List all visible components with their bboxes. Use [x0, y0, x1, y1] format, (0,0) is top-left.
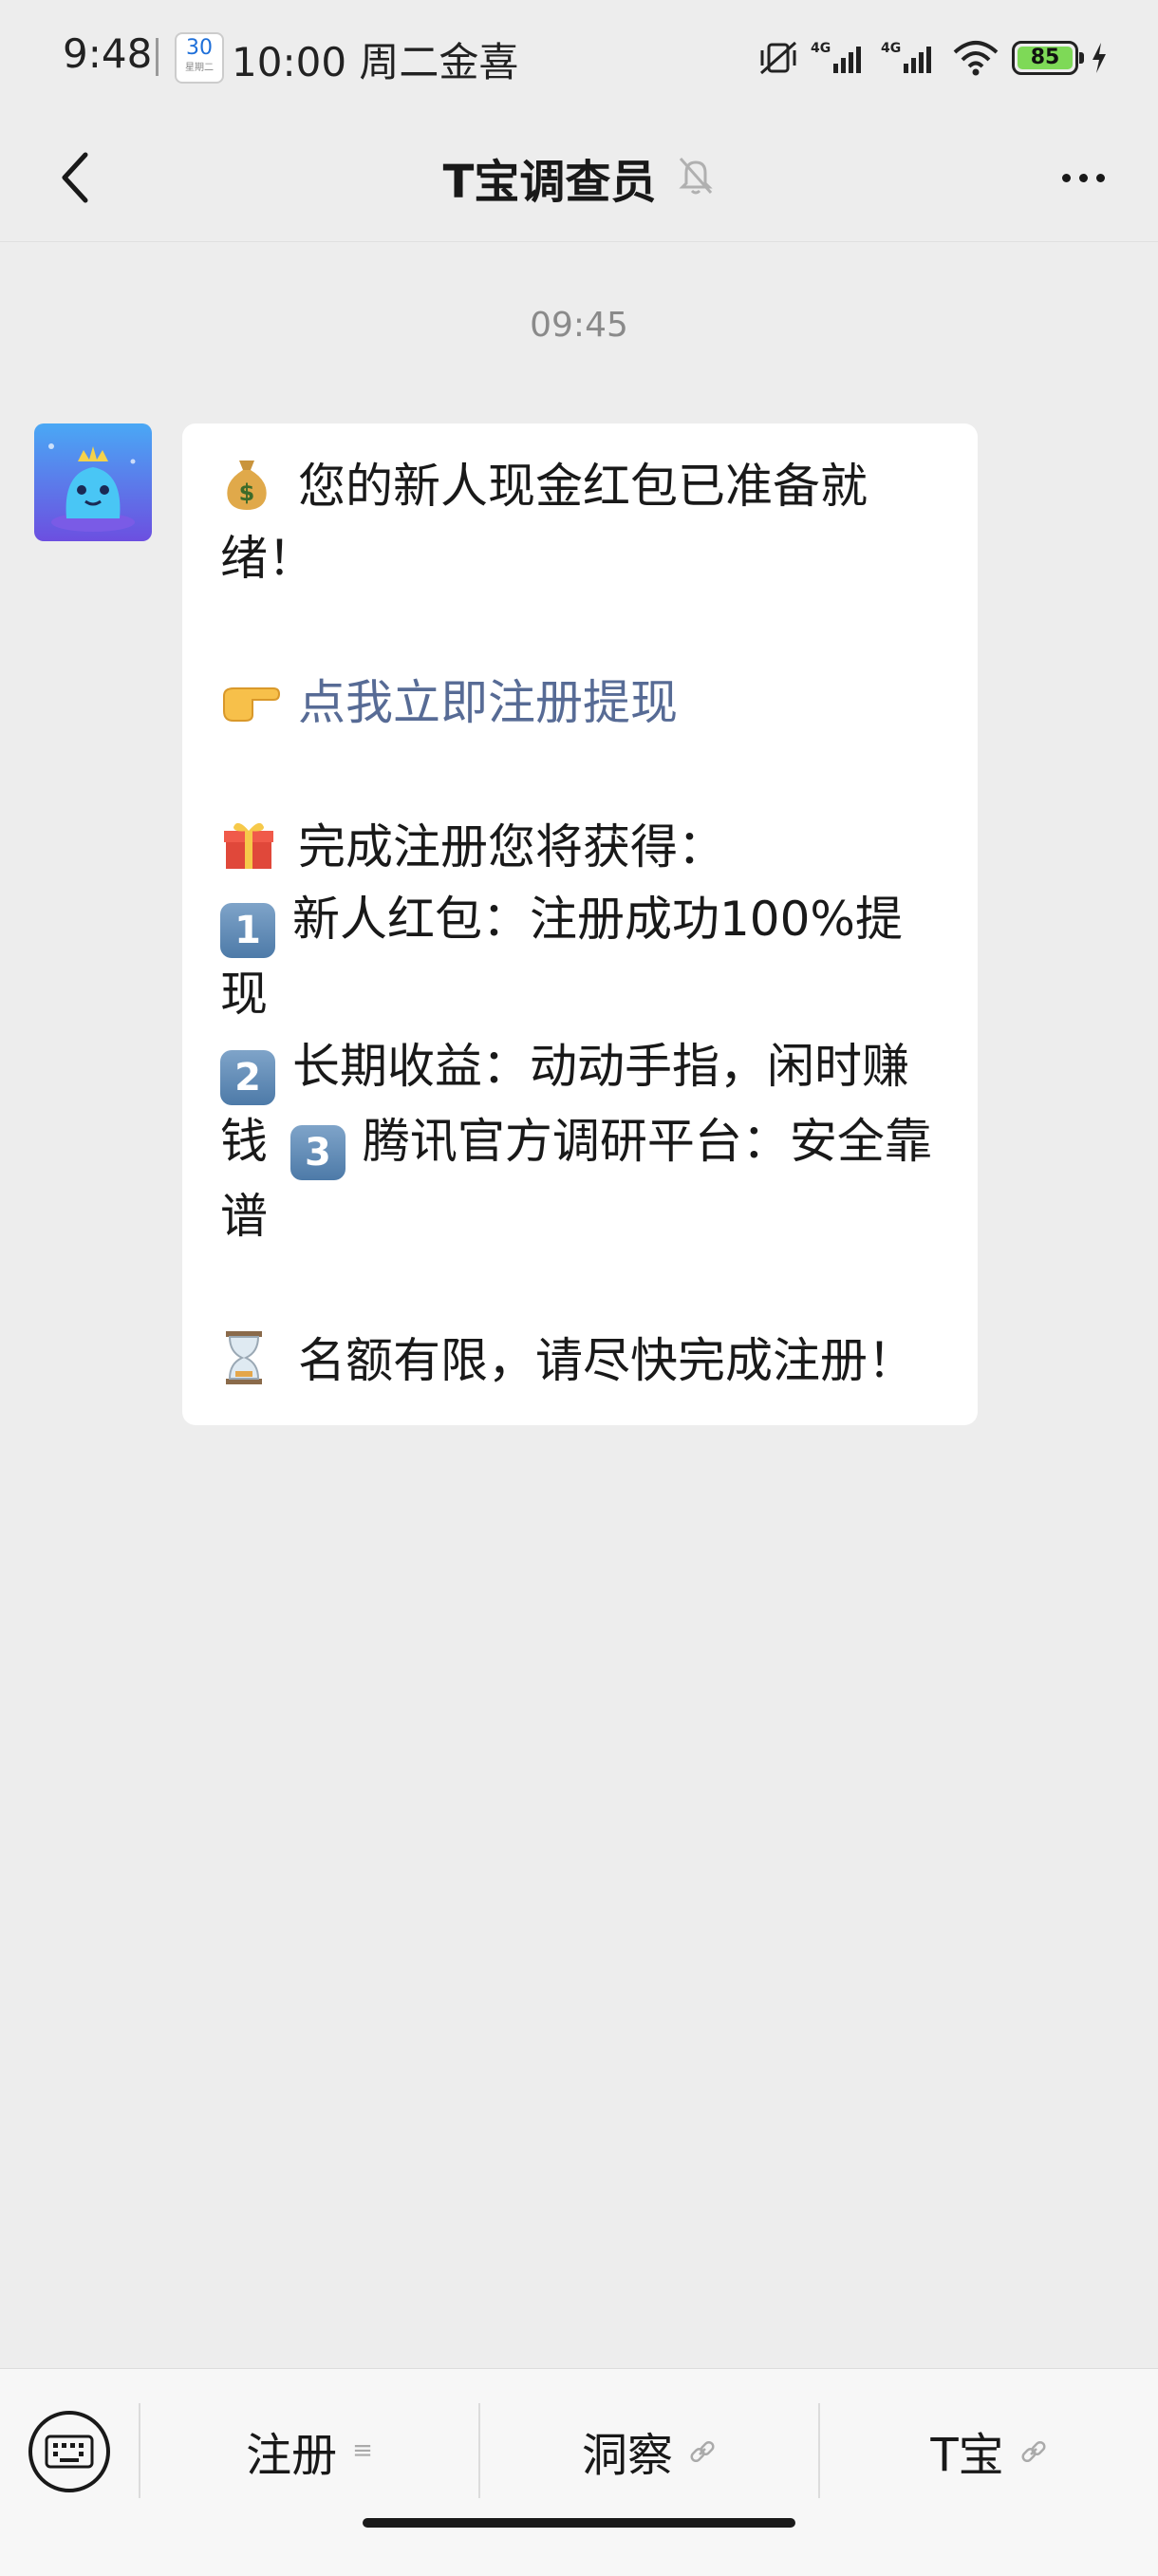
menu-item-tbao[interactable]: T宝 [820, 2403, 1158, 2498]
pointing-hand-icon [220, 671, 281, 728]
charging-icon [1090, 41, 1109, 75]
calendar-weekday: 星期二 [185, 63, 214, 73]
hourglass-icon [220, 1329, 281, 1386]
status-notification: 10:00 周二金喜日 [232, 39, 522, 85]
chat-header: T宝调查员 [0, 114, 1158, 242]
svg-text:$: $ [239, 479, 255, 506]
home-indicator[interactable] [363, 2518, 795, 2528]
status-separator [156, 38, 159, 76]
more-dot-icon [1061, 173, 1071, 182]
more-options-button[interactable] [1046, 141, 1120, 215]
menu-item-label: 洞察 [581, 2429, 673, 2482]
register-link[interactable]: 点我立即注册提现 [298, 675, 678, 730]
vibrate-off-icon [757, 39, 799, 77]
menu-list-icon: ≡ [352, 2436, 373, 2465]
message-line-gift: 完成注册您将获得： [220, 811, 940, 883]
keycap-three-icon: 3 [290, 1125, 346, 1180]
menu-item-label: T宝 [930, 2429, 1004, 2482]
gift-icon [220, 816, 281, 873]
message-bubble[interactable]: $ 您的新人现金红包已准备就绪！ 点我立即注册提现 完成注册您将获得： 1 新人红… [182, 423, 978, 1425]
svg-text:4G: 4G [881, 41, 901, 56]
chat-title-area: T宝调查员 [0, 141, 1158, 215]
message-line-footer: 名额有限，请尽快完成注册！ [220, 1325, 940, 1397]
footer-text: 名额有限，请尽快完成注册！ [298, 1333, 915, 1388]
status-bar: 9:48 30 星期二 10:00 周二金喜日 4G 4G 85 [0, 0, 1158, 114]
keyboard-icon [45, 2435, 94, 2469]
money-bag-icon: $ [220, 455, 281, 512]
message-benefit-2-3: 2 长期收益：动动手指，闲时赚钱 3 腾讯官方调研平台：安全靠谱 [220, 1030, 940, 1252]
calendar-day: 30 [186, 36, 213, 60]
calendar-icon: 30 星期二 [175, 32, 224, 84]
mute-bell-icon [677, 155, 715, 200]
keyboard-toggle-button[interactable] [28, 2411, 110, 2492]
message-timestamp: 09:45 [530, 306, 628, 345]
signal-4g-icon: 4G [811, 39, 869, 77]
link-icon [688, 2424, 717, 2477]
link-icon [1019, 2424, 1048, 2477]
message-benefit-1: 1 新人红包：注册成功100%提现 [220, 883, 940, 1030]
avatar[interactable] [34, 423, 152, 541]
menu-item-register[interactable]: 注册 ≡ [140, 2403, 478, 2498]
keycap-two-icon: 2 [220, 1050, 275, 1105]
status-time: 9:48 [63, 30, 153, 77]
chat-title: T宝调查员 [442, 156, 657, 209]
benefit-1-text: 新人红包：注册成功100%提现 [220, 892, 903, 1022]
svg-text:4G: 4G [811, 41, 831, 56]
status-icons: 4G 4G 85 [757, 34, 1109, 82]
more-dot-icon [1095, 173, 1105, 182]
menu-item-label: 注册 [246, 2429, 338, 2482]
menu-item-insight[interactable]: 洞察 [480, 2403, 818, 2498]
more-dot-icon [1078, 173, 1088, 182]
battery-level: 85 [1030, 46, 1060, 69]
signal-4g-icon: 4G [881, 39, 940, 77]
bottom-menu-bar: 注册 ≡ 洞察 T宝 [0, 2368, 1158, 2576]
keycap-one-icon: 1 [220, 903, 275, 958]
message-intro-text: 您的新人现金红包已准备就绪！ [220, 459, 868, 586]
gift-text: 完成注册您将获得： [298, 819, 725, 874]
wifi-icon [951, 39, 1000, 77]
message-line-link: 点我立即注册提现 [220, 667, 940, 739]
battery-icon: 85 [1012, 41, 1084, 75]
message-line-intro: $ 您的新人现金红包已准备就绪！ [220, 450, 940, 594]
